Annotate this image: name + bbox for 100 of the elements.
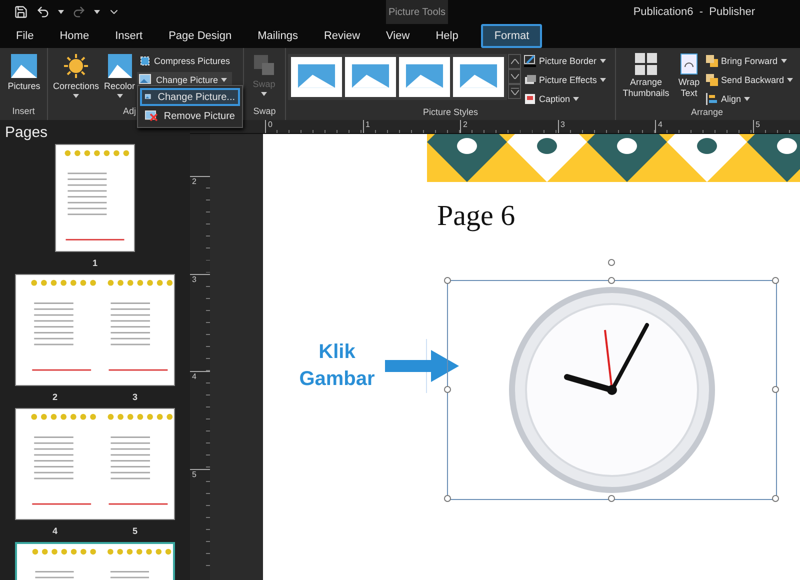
landscape-icon: [106, 53, 132, 79]
caret-icon: [116, 94, 122, 98]
bring-forward-button[interactable]: Bring Forward: [704, 53, 796, 69]
caret-icon: [94, 10, 100, 14]
pen-icon: [524, 55, 536, 67]
sun-icon: [63, 53, 89, 79]
arrow-icon: [385, 350, 459, 382]
resize-handle[interactable]: [444, 386, 451, 393]
ribbon-tab[interactable]: Format: [481, 24, 542, 48]
save-icon[interactable]: [14, 5, 28, 19]
layers-icon: [706, 55, 718, 67]
effects-icon: [524, 74, 536, 86]
caption-icon: [524, 93, 536, 105]
framed-landscape-icon: [297, 63, 336, 89]
compress-icon: [139, 55, 151, 67]
grid-icon: [635, 53, 657, 75]
ruler-number: 3: [191, 274, 196, 286]
remove-picture-icon: [145, 110, 158, 122]
ribbon-tab[interactable]: Review: [310, 24, 374, 48]
gallery-up-button[interactable]: [508, 54, 521, 69]
page-number: 2: [52, 392, 58, 402]
redo-icon[interactable]: [72, 5, 86, 19]
resize-handle[interactable]: [772, 495, 779, 502]
group-label: Swap: [253, 106, 276, 118]
resize-handle[interactable]: [444, 495, 451, 502]
framed-landscape-icon: [405, 63, 444, 89]
picture-style-option[interactable]: [291, 57, 342, 97]
picture-style-option[interactable]: [345, 57, 396, 97]
picture-effects-button[interactable]: Picture Effects: [522, 72, 608, 88]
page-number: 3: [132, 392, 138, 402]
resize-handle[interactable]: [772, 386, 779, 393]
page-number: 4: [52, 526, 58, 536]
group-label: Arrange: [690, 107, 724, 119]
resize-handle[interactable]: [444, 277, 451, 284]
picture-icon: [139, 74, 153, 86]
ruler-number: 4: [191, 372, 196, 383]
ruler-number: 4: [657, 120, 662, 131]
picture-border-button[interactable]: Picture Border: [522, 53, 608, 69]
window-title: Publication6 - Publisher: [633, 6, 755, 18]
caret-icon: [73, 94, 79, 98]
caret-icon: [787, 78, 794, 82]
group-label: Picture Styles: [422, 107, 478, 119]
caret-icon: [600, 59, 606, 63]
context-label: Picture Tools: [386, 0, 448, 24]
menu-item[interactable]: Remove Picture: [140, 107, 240, 125]
gallery-down-button[interactable]: [508, 69, 521, 84]
layers-icon: [706, 74, 718, 86]
ruler-number: 2: [462, 120, 468, 131]
undo-icon[interactable]: [36, 5, 50, 19]
corrections-button[interactable]: Corrections: [50, 51, 102, 100]
ribbon-tab[interactable]: View: [373, 24, 423, 48]
caret-icon: [261, 92, 267, 96]
ruler-number: 3: [560, 120, 565, 131]
arrange-thumbnails-button[interactable]: Arrange Thumbnails: [618, 51, 674, 101]
pane-title: Pages: [4, 123, 49, 143]
resize-handle[interactable]: [608, 277, 615, 284]
page-heading: Page 6: [437, 200, 516, 234]
ribbon-tab[interactable]: Insert: [102, 24, 156, 48]
ruler-number: 5: [754, 120, 760, 131]
ribbon-tab[interactable]: Home: [46, 24, 102, 48]
ribbon-tab[interactable]: File: [3, 24, 47, 48]
ruler-number: 0: [267, 120, 272, 131]
caret-icon: [58, 10, 64, 14]
caret-icon: [221, 78, 228, 82]
caption-button[interactable]: Caption: [522, 91, 608, 107]
ruler-number: 5: [191, 470, 196, 480]
caret-icon: [780, 59, 787, 63]
framed-landscape-icon: [459, 63, 498, 89]
gallery-more-button[interactable]: [508, 84, 521, 99]
menu-item[interactable]: Change Picture...: [140, 88, 240, 106]
ruler-number: 1: [364, 120, 370, 131]
page-number: 1: [92, 258, 98, 268]
resize-handle[interactable]: [608, 495, 615, 502]
pictures-button[interactable]: Pictures: [2, 51, 46, 94]
ruler-number: 2: [191, 177, 196, 188]
page-number: 5: [132, 526, 138, 536]
up-icon: [510, 59, 518, 64]
align-icon: [706, 93, 718, 105]
resize-handle[interactable]: [772, 277, 779, 284]
ribbon-tab[interactable]: Help: [422, 24, 472, 48]
picture-style-option[interactable]: [453, 57, 504, 97]
caret-icon: [600, 78, 606, 82]
picture-style-option[interactable]: [399, 57, 450, 97]
wrap-text-button[interactable]: Wrap Text: [675, 51, 703, 101]
more-icon: [510, 88, 518, 95]
framed-landscape-icon: [351, 63, 390, 89]
group-label: Insert: [12, 106, 35, 118]
group-label: Adj: [123, 106, 136, 118]
send-backward-button[interactable]: Send Backward: [704, 72, 796, 88]
ribbon-tab[interactable]: Page Design: [156, 24, 245, 48]
document-icon: [680, 53, 698, 75]
caret-icon: [744, 97, 750, 101]
rotate-handle[interactable]: [608, 259, 615, 266]
compress-pictures-button[interactable]: Compress Pictures: [137, 53, 232, 69]
recolor-button[interactable]: Recolor: [103, 51, 136, 100]
annotation-text: Klik Gambar: [298, 340, 376, 392]
ribbon-tab[interactable]: Mailings: [244, 24, 311, 48]
caret-icon: [573, 97, 580, 101]
align-button[interactable]: Align: [704, 91, 796, 107]
down-icon: [510, 74, 518, 79]
